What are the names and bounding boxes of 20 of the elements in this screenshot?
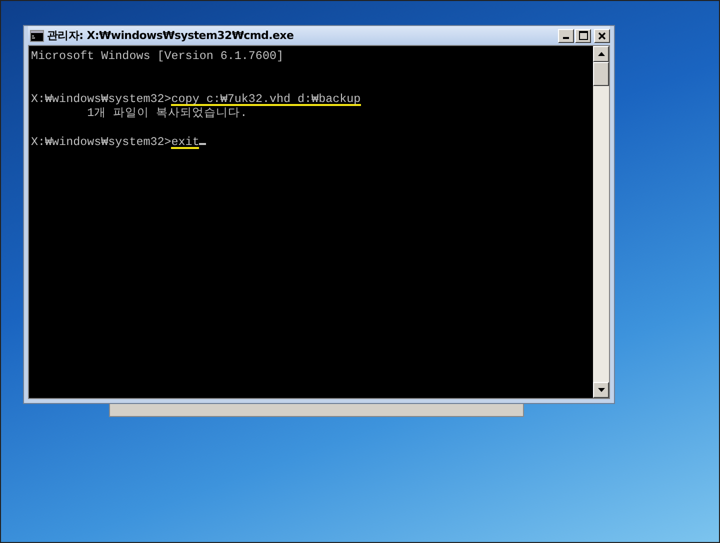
- scroll-up-button[interactable]: [593, 46, 609, 62]
- command-text: copy c:₩7uk32.vhd d:₩backup: [171, 92, 361, 106]
- vertical-scrollbar[interactable]: [593, 46, 609, 398]
- scroll-down-button[interactable]: [593, 382, 609, 398]
- window-title: 관리자: X:₩windows₩system32₩cmd.exe: [47, 28, 294, 43]
- command-prompt: X:₩windows₩system32>: [31, 92, 172, 106]
- command-prompt: X:₩windows₩system32>: [31, 134, 172, 149]
- console-icon: [30, 30, 44, 42]
- up-arrow-icon: [598, 52, 604, 56]
- close-icon: [598, 32, 606, 40]
- minimize-button[interactable]: [558, 28, 574, 42]
- minimize-icon: [563, 37, 569, 39]
- console-line: Microsoft Windows [Version 6.1.7600]: [31, 49, 284, 64]
- console-line: 1개 파일이 복사되었습니다.: [86, 106, 248, 120]
- scroll-thumb[interactable]: [593, 62, 609, 86]
- close-button[interactable]: [594, 28, 610, 42]
- down-arrow-icon: [598, 388, 604, 392]
- command-text: exit: [171, 134, 200, 150]
- maximize-icon: [578, 31, 588, 40]
- maximize-button[interactable]: [575, 28, 591, 42]
